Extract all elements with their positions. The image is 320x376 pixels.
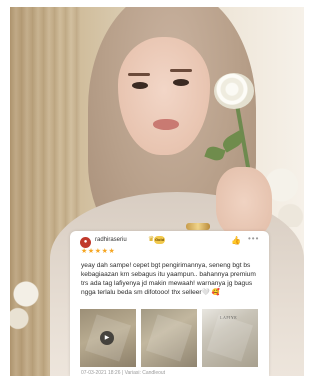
review-video-thumbnail[interactable]: ▶ bbox=[80, 309, 136, 367]
rose-flower bbox=[214, 73, 254, 109]
model-brow-right bbox=[170, 69, 192, 72]
review-photo-thumbnail[interactable] bbox=[141, 309, 197, 367]
review-emoji: 🥰 bbox=[211, 289, 220, 296]
review-variation: Variasi: Candleout bbox=[124, 370, 166, 376]
model-eye-left bbox=[132, 82, 148, 89]
review-date: 07-03-2021 18:26 bbox=[81, 370, 121, 376]
review-media: ▶ LAFIYE bbox=[80, 309, 259, 367]
level-badge: Gold bbox=[154, 236, 165, 244]
review-photo-thumbnail[interactable]: LAFIYE bbox=[202, 309, 258, 367]
review-card: ● radhiraseriu ♛ Gold 👍 ••• ★★★★★ yeay d… bbox=[70, 231, 269, 376]
model-hand bbox=[216, 167, 272, 237]
fabric-fold bbox=[207, 314, 253, 362]
fabric-fold bbox=[146, 314, 192, 362]
review-text-body: yeay dah sampe! cepet bgt pengirimannya,… bbox=[81, 262, 256, 296]
thumbs-up-icon[interactable]: 👍 bbox=[231, 236, 241, 245]
model-brow-left bbox=[128, 73, 150, 76]
background-flowers-left bbox=[10, 266, 50, 336]
gold-brooch bbox=[186, 223, 210, 230]
model-eye-right bbox=[173, 79, 189, 86]
model-lips bbox=[153, 119, 179, 130]
play-icon[interactable]: ▶ bbox=[100, 331, 114, 345]
rating-stars: ★★★★★ bbox=[81, 248, 116, 255]
more-options-icon[interactable]: ••• bbox=[248, 234, 259, 243]
review-username[interactable]: radhiraseriu bbox=[95, 237, 127, 243]
review-text: yeay dah sampe! cepet bgt pengirimannya,… bbox=[81, 261, 259, 297]
review-meta: 07-03-2021 18:26 | Variasi: Candleout bbox=[81, 370, 166, 376]
